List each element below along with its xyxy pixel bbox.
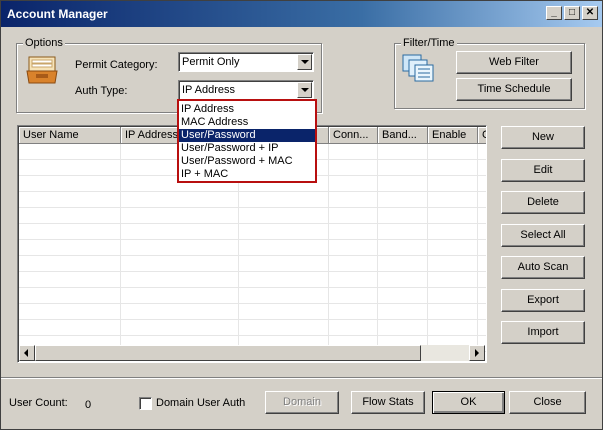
column-gridline bbox=[427, 144, 428, 345]
column-c[interactable]: C bbox=[478, 127, 486, 144]
documents-icon bbox=[401, 53, 435, 83]
window-title: Account Manager bbox=[7, 7, 108, 21]
column-enable[interactable]: Enable bbox=[428, 127, 478, 144]
dropdown-item-user-password[interactable]: User/Password bbox=[179, 129, 315, 142]
chevron-down-icon[interactable] bbox=[297, 54, 312, 70]
table-row[interactable] bbox=[19, 304, 486, 320]
flow-stats-button[interactable]: Flow Stats bbox=[351, 391, 425, 414]
edit-button[interactable]: Edit bbox=[501, 159, 585, 182]
auth-type-value: IP Address bbox=[182, 84, 235, 96]
delete-button[interactable]: Delete bbox=[501, 191, 585, 214]
auto-scan-button[interactable]: Auto Scan bbox=[501, 256, 585, 279]
column-gridline bbox=[477, 144, 478, 345]
chevron-down-icon[interactable] bbox=[297, 82, 312, 98]
domain-button[interactable]: Domain bbox=[265, 391, 339, 414]
domain-user-auth-checkbox[interactable] bbox=[139, 397, 152, 410]
dropdown-item-mac-address[interactable]: MAC Address bbox=[179, 116, 315, 129]
scroll-left-button[interactable] bbox=[19, 345, 35, 361]
auth-type-dropdown-list[interactable]: IP Address MAC Address User/Password Use… bbox=[177, 99, 317, 183]
table-row[interactable] bbox=[19, 224, 486, 240]
close-window-button[interactable]: ✕ bbox=[582, 6, 598, 20]
permit-category-select[interactable]: Permit Only bbox=[178, 52, 314, 72]
column-gridline bbox=[377, 144, 378, 345]
permit-category-label: Permit Category: bbox=[75, 59, 158, 71]
auth-type-select[interactable]: IP Address bbox=[178, 80, 314, 100]
user-count-value: 0 bbox=[85, 399, 92, 411]
table-row[interactable] bbox=[19, 240, 486, 256]
column-gridline bbox=[120, 144, 121, 345]
dropdown-item-ip-address[interactable]: IP Address bbox=[179, 103, 315, 116]
maximize-button[interactable]: □ bbox=[564, 6, 580, 20]
time-schedule-button[interactable]: Time Schedule bbox=[456, 78, 572, 101]
options-group-label: Options bbox=[23, 37, 65, 49]
horizontal-scrollbar[interactable] bbox=[19, 345, 485, 361]
import-button[interactable]: Import bbox=[501, 321, 585, 344]
minimize-button[interactable]: _ bbox=[546, 6, 562, 20]
close-button[interactable]: Close bbox=[509, 391, 586, 414]
auth-type-label: Auth Type: bbox=[75, 85, 128, 97]
title-bar[interactable]: Account Manager _ □ ✕ bbox=[1, 1, 602, 27]
column-connections[interactable]: Conn... bbox=[329, 127, 378, 144]
dropdown-item-user-password-mac[interactable]: User/Password + MAC bbox=[179, 155, 315, 168]
web-filter-button[interactable]: Web Filter bbox=[456, 51, 572, 74]
column-gridline bbox=[328, 144, 329, 345]
table-row[interactable] bbox=[19, 272, 486, 288]
export-button[interactable]: Export bbox=[501, 289, 585, 312]
dropdown-item-user-password-ip[interactable]: User/Password + IP bbox=[179, 142, 315, 155]
table-row[interactable] bbox=[19, 288, 486, 304]
permit-category-value: Permit Only bbox=[182, 56, 240, 68]
table-row[interactable] bbox=[19, 192, 486, 208]
arrow-right-icon bbox=[475, 349, 479, 357]
table-row[interactable] bbox=[19, 320, 486, 336]
new-button[interactable]: New bbox=[501, 126, 585, 149]
select-all-button[interactable]: Select All bbox=[501, 224, 585, 247]
ok-button[interactable]: OK bbox=[432, 391, 505, 414]
dropdown-item-ip-mac[interactable]: IP + MAC bbox=[179, 168, 315, 181]
scroll-right-button[interactable] bbox=[469, 345, 485, 361]
footer-separator bbox=[1, 377, 602, 379]
table-row[interactable] bbox=[19, 208, 486, 224]
domain-user-auth-label[interactable]: Domain User Auth bbox=[156, 397, 245, 409]
column-bandwidth[interactable]: Band... bbox=[378, 127, 428, 144]
filter-time-group-label: Filter/Time bbox=[401, 37, 457, 49]
table-row[interactable] bbox=[19, 256, 486, 272]
inbox-tray-icon bbox=[25, 53, 59, 85]
account-manager-window: Account Manager _ □ ✕ Options Permit Cat… bbox=[0, 0, 603, 430]
scroll-thumb[interactable] bbox=[35, 345, 421, 361]
column-user-name[interactable]: User Name bbox=[19, 127, 121, 144]
arrow-left-icon bbox=[24, 349, 28, 357]
user-count-label: User Count: bbox=[9, 397, 68, 409]
